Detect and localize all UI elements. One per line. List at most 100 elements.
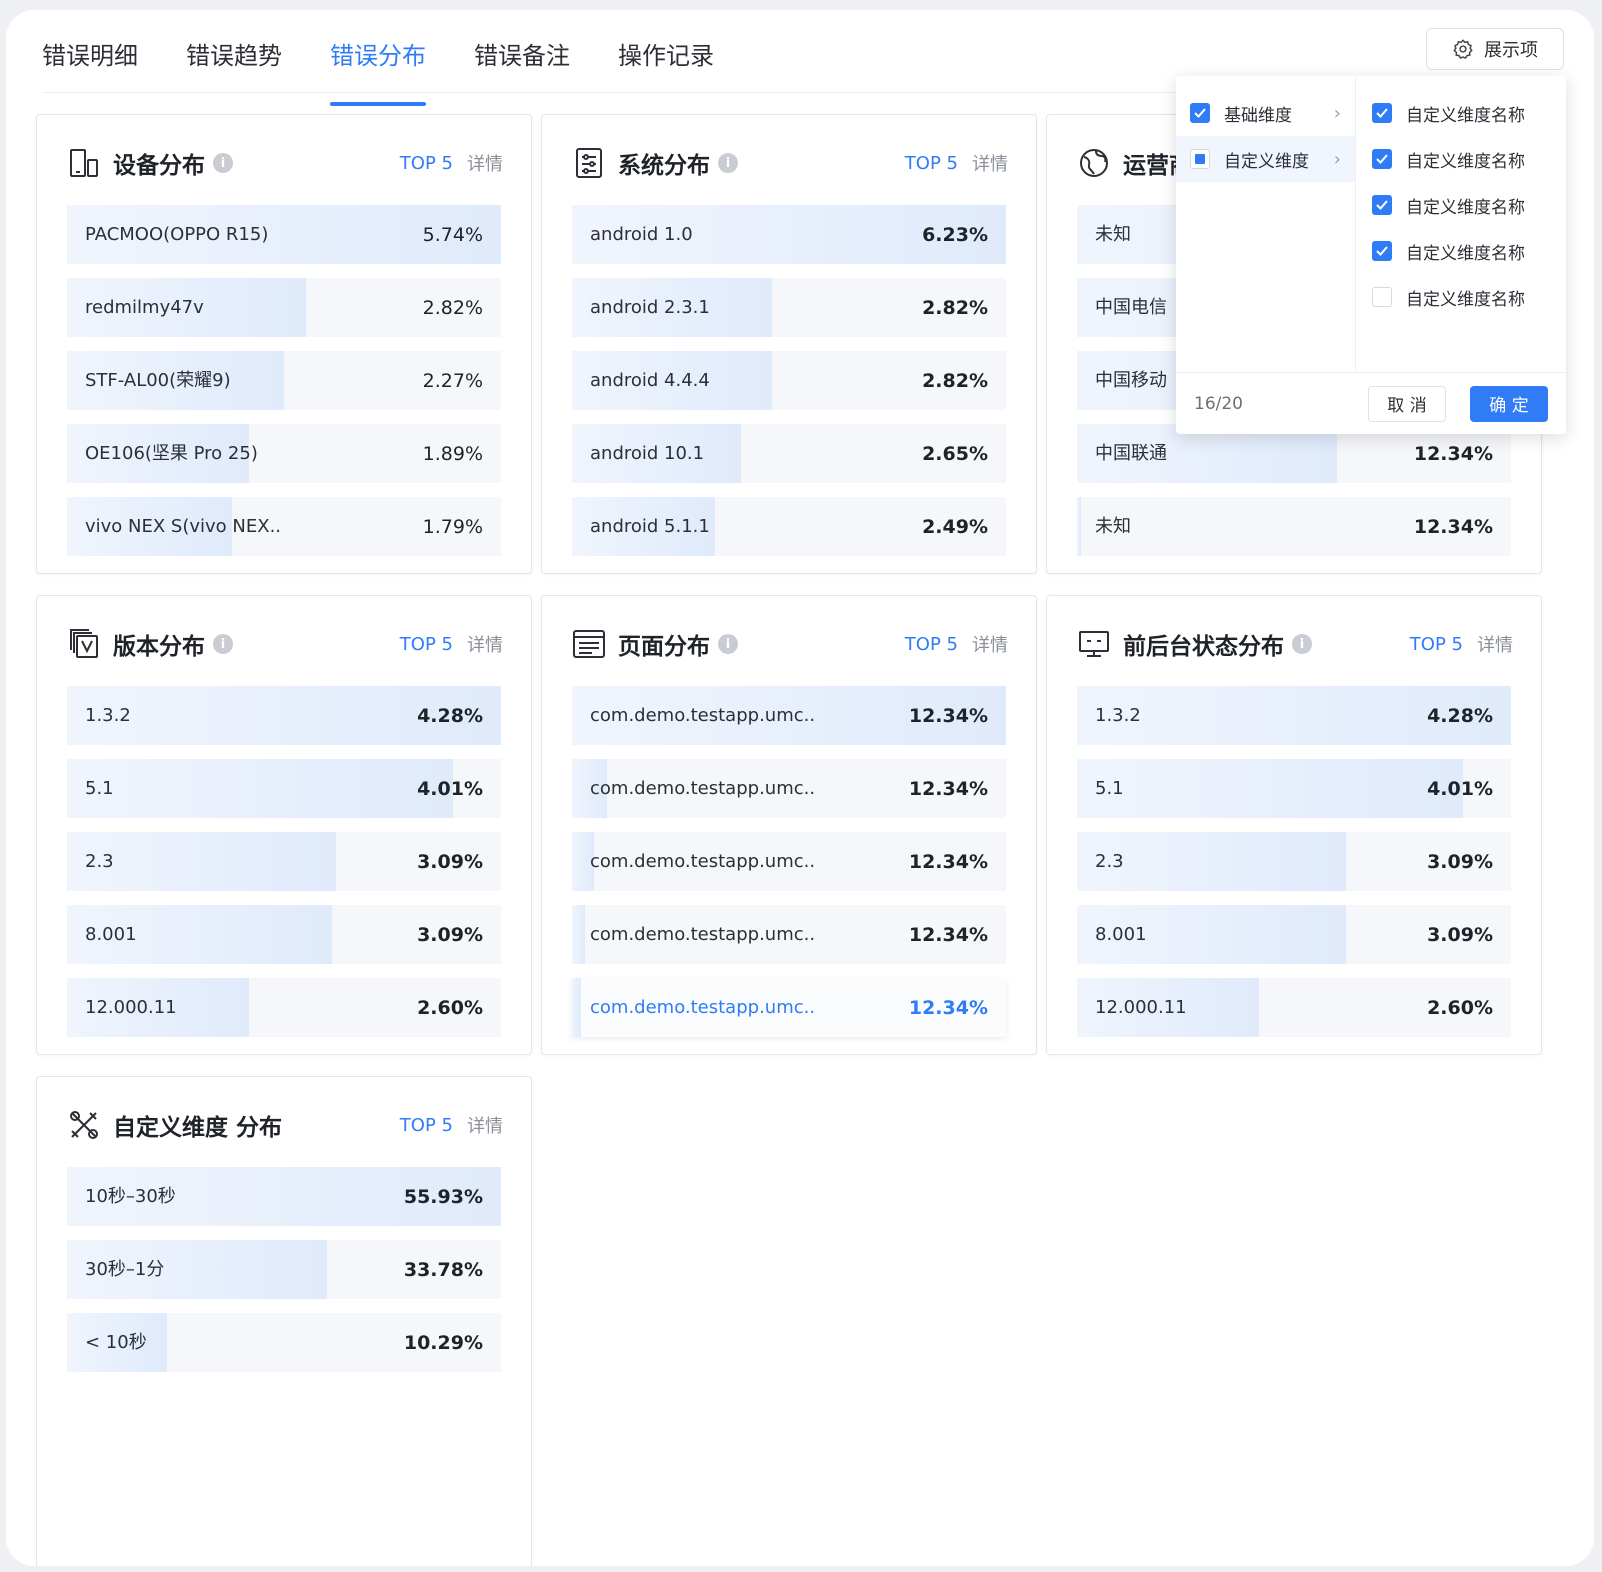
info-icon[interactable]: i	[718, 634, 738, 654]
display-options-popup: 基础维度 › 自定义维度 › 自定义维度名称 自定义维度名称 自定义维度名称 自…	[1176, 76, 1566, 434]
distribution-row[interactable]: < 10秒 10.29%	[67, 1313, 501, 1372]
row-percentage: 2.60%	[417, 997, 483, 1019]
checkbox-unchecked[interactable]	[1372, 287, 1392, 307]
dimension-option[interactable]: 自定义维度名称	[1372, 228, 1552, 274]
distribution-row[interactable]: 1.3.2 4.28%	[67, 686, 501, 745]
distribution-row[interactable]: 2.3 3.09%	[67, 832, 501, 891]
distribution-row[interactable]: 30秒–1分 33.78%	[67, 1240, 501, 1299]
checkbox-checked[interactable]	[1372, 241, 1392, 261]
detail-link[interactable]: 详情	[972, 631, 1008, 657]
distribution-row[interactable]: com.demo.testapp.umc.. 12.34%	[572, 686, 1006, 745]
distribution-row[interactable]: android 5.1.1 2.49%	[572, 497, 1006, 556]
top5-toggle[interactable]: TOP 5	[905, 634, 958, 655]
tab-error-trend[interactable]: 错误趋势	[186, 40, 282, 92]
top5-toggle[interactable]: TOP 5	[400, 153, 453, 174]
page-window-icon	[572, 627, 606, 661]
distribution-row[interactable]: 1.3.2 4.28%	[1077, 686, 1511, 745]
checkbox-checked[interactable]	[1372, 103, 1392, 123]
dimension-option[interactable]: 自定义维度名称	[1372, 182, 1552, 228]
row-percentage: 4.01%	[417, 778, 483, 800]
distribution-row[interactable]: 5.1 4.01%	[1077, 759, 1511, 818]
info-icon[interactable]: i	[213, 634, 233, 654]
row-percentage: 5.74%	[422, 224, 483, 246]
option-label: 自定义维度名称	[1406, 105, 1525, 126]
checkbox-checked[interactable]	[1372, 149, 1392, 169]
row-label: 8.001	[85, 924, 137, 945]
distribution-row[interactable]: 10秒–30秒 55.93%	[67, 1167, 501, 1226]
distribution-row[interactable]: 12.000.11 2.60%	[67, 978, 501, 1037]
top5-toggle[interactable]: TOP 5	[1410, 634, 1463, 655]
row-percentage: 2.65%	[922, 443, 988, 465]
distribution-bar	[1077, 759, 1464, 818]
top5-toggle[interactable]: TOP 5	[905, 153, 958, 174]
detail-link[interactable]: 详情	[467, 1112, 503, 1138]
distribution-list: PACMOO(OPPO R15) 5.74% redmilmy47v 2.82% STF…	[67, 205, 501, 570]
row-percentage: 12.34%	[908, 778, 988, 800]
distribution-row[interactable]: STF-AL00(荣耀9) 2.27%	[67, 351, 501, 410]
distribution-row[interactable]: android 2.3.1 2.82%	[572, 278, 1006, 337]
row-percentage: 12.34%	[908, 924, 988, 946]
distribution-row[interactable]: com.demo.testapp.umc.. 12.34%	[572, 978, 1006, 1037]
row-label: 中国联通	[1095, 443, 1167, 464]
distribution-row[interactable]: 8.001 3.09%	[1077, 905, 1511, 964]
cancel-button[interactable]: 取 消	[1368, 385, 1446, 422]
card-title: 页面分布	[618, 634, 710, 660]
distribution-row[interactable]: com.demo.testapp.umc.. 12.34%	[572, 905, 1006, 964]
option-label: 自定义维度名称	[1406, 151, 1525, 172]
row-label: redmilmy47v	[85, 297, 204, 318]
info-icon[interactable]: i	[213, 153, 233, 173]
distribution-row[interactable]: android 10.1 2.65%	[572, 424, 1006, 483]
detail-link[interactable]: 详情	[467, 631, 503, 657]
row-percentage: 12.34%	[1413, 516, 1493, 538]
distribution-row[interactable]: 8.001 3.09%	[67, 905, 501, 964]
device-icon	[67, 146, 101, 180]
checkbox-indeterminate[interactable]	[1190, 149, 1210, 169]
distribution-row[interactable]: android 4.4.4 2.82%	[572, 351, 1006, 410]
detail-link[interactable]: 详情	[972, 150, 1008, 176]
dimension-option[interactable]: 自定义维度名称	[1372, 274, 1552, 320]
card-title: 设备分布	[113, 153, 205, 179]
popup-footer: 16/20 取 消 确 定	[1176, 372, 1566, 434]
row-label: 1.3.2	[1095, 705, 1141, 726]
distribution-row[interactable]: 2.3 3.09%	[1077, 832, 1511, 891]
row-label: android 2.3.1	[590, 297, 710, 318]
distribution-row[interactable]: vivo NEX S(vivo NEX.. 1.79%	[67, 497, 501, 556]
category-custom-dimension[interactable]: 自定义维度 ›	[1176, 136, 1355, 182]
checkbox-checked[interactable]	[1372, 195, 1392, 215]
top5-toggle[interactable]: TOP 5	[400, 1115, 453, 1136]
distribution-row[interactable]: com.demo.testapp.umc.. 12.34%	[572, 832, 1006, 891]
tab-error-detail[interactable]: 错误明细	[42, 40, 138, 92]
distribution-row[interactable]: android 1.0 6.23%	[572, 205, 1006, 264]
checkbox-checked[interactable]	[1190, 103, 1210, 123]
row-percentage: 2.82%	[422, 297, 483, 319]
distribution-row[interactable]: com.demo.testapp.umc.. 12.34%	[572, 759, 1006, 818]
tab-error-notes[interactable]: 错误备注	[474, 40, 570, 92]
distribution-row[interactable]: redmilmy47v 2.82%	[67, 278, 501, 337]
distribution-row[interactable]: 12.000.11 2.60%	[1077, 978, 1511, 1037]
row-label: 未知	[1095, 516, 1131, 537]
card-header: 系统分布 i TOP 5 详情	[572, 145, 1008, 181]
info-icon[interactable]: i	[718, 153, 738, 173]
row-label: 中国移动	[1095, 370, 1167, 391]
distribution-row[interactable]: 5.1 4.01%	[67, 759, 501, 818]
row-percentage: 33.78%	[403, 1259, 483, 1281]
chevron-right-icon: ›	[1333, 102, 1341, 124]
card-title: 前后台状态分布	[1123, 634, 1284, 660]
distribution-row[interactable]: OE106(坚果 Pro 25) 1.89%	[67, 424, 501, 483]
distribution-row[interactable]: 未知 12.34%	[1077, 497, 1511, 556]
category-basic-dimension[interactable]: 基础维度 ›	[1176, 90, 1355, 136]
tab-operation-log[interactable]: 操作记录	[618, 40, 714, 92]
info-icon[interactable]: i	[1292, 634, 1312, 654]
distribution-row[interactable]: PACMOO(OPPO R15) 5.74%	[67, 205, 501, 264]
dimension-category-list: 基础维度 › 自定义维度 ›	[1176, 76, 1356, 372]
dimension-option[interactable]: 自定义维度名称	[1372, 90, 1552, 136]
display-options-button[interactable]: 展示项	[1426, 28, 1564, 70]
tab-error-distribution[interactable]: 错误分布	[330, 40, 426, 106]
detail-link[interactable]: 详情	[467, 150, 503, 176]
distribution-list: 1.3.2 4.28% 5.1 4.01% 2.3 3.09% 8.001 3.09% 12.0…	[1077, 686, 1511, 1051]
detail-link[interactable]: 详情	[1477, 631, 1513, 657]
row-label: 2.3	[85, 851, 114, 872]
top5-toggle[interactable]: TOP 5	[400, 634, 453, 655]
dimension-option[interactable]: 自定义维度名称	[1372, 136, 1552, 182]
confirm-button[interactable]: 确 定	[1470, 385, 1548, 422]
